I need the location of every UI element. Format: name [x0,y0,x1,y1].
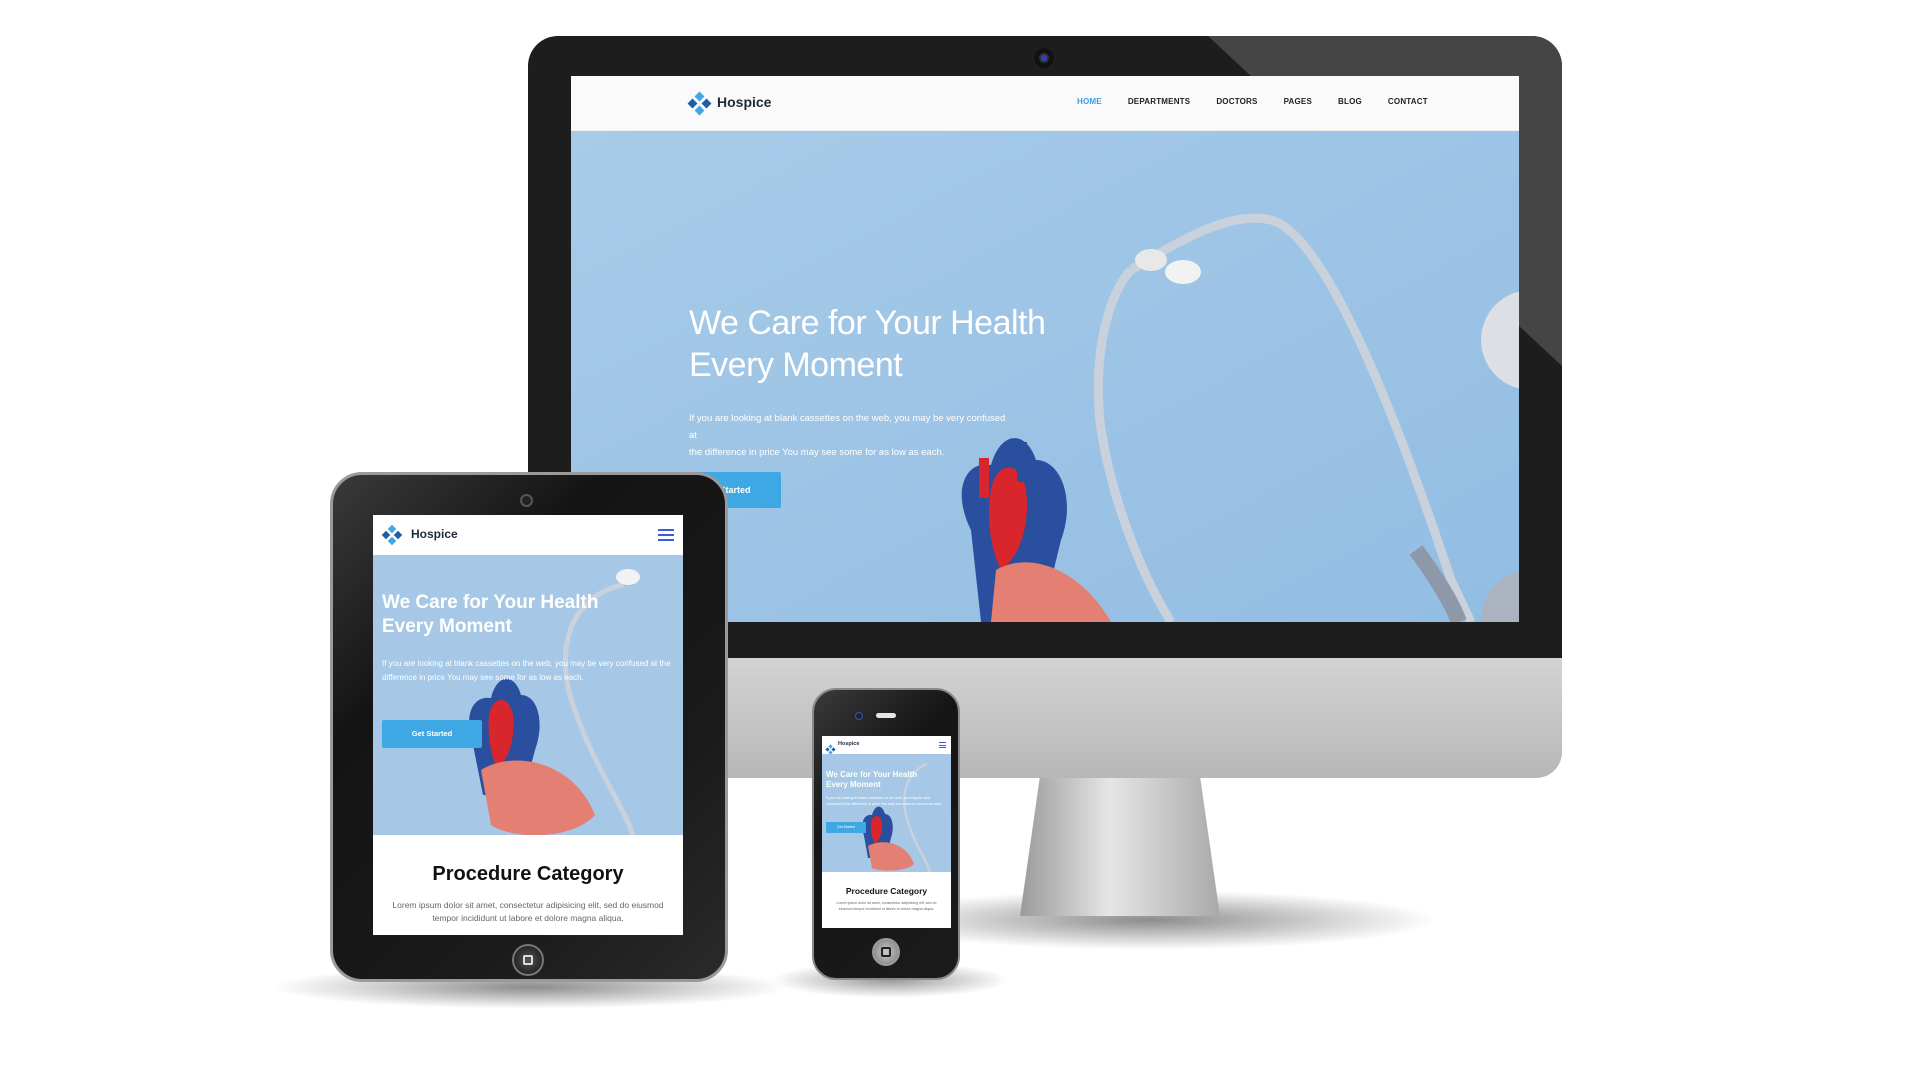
get-started-button[interactable]: Get Started [826,822,866,833]
phone-screen: Hospice We Care for Your Health Every Mo… [822,736,951,928]
hero-title: We Care for Your Health Every Moment [689,302,1069,386]
hero-title: We Care for Your Health Every Moment [382,591,662,639]
phone-camera-icon [855,712,863,720]
get-started-button[interactable]: Get Started [382,720,482,748]
phone-speaker-icon [876,713,896,718]
desktop-navbar: Hospice HOME DEPARTMENTS DOCTORS PAGES B… [571,76,1519,131]
hero-title: We Care for Your Health Every Moment [826,770,946,790]
tablet-navbar: Hospice [373,515,683,555]
hamburger-menu-icon[interactable] [939,742,946,748]
hero-title-line-2: Every Moment [382,616,512,637]
monitor-stand [1020,776,1220,916]
monitor-camera-icon [1034,48,1054,68]
nav-departments[interactable]: DEPARTMENTS [1128,97,1191,106]
tablet-camera-icon [520,494,533,507]
phone-home-button-icon [872,938,900,966]
hamburger-menu-icon[interactable] [658,529,674,541]
section-title: Procedure Category [432,863,624,885]
brand-name[interactable]: Hospice [411,527,458,541]
brand-name[interactable]: Hospice [717,94,771,110]
logo-icon [825,744,836,755]
section-title: Procedure Category [845,886,928,896]
nav-home[interactable]: HOME [1077,97,1102,106]
desktop-menu: HOME DEPARTMENTS DOCTORS PAGES BLOG CONT… [1077,97,1454,106]
section-text: Lorem ipsum dolor sit amet, consectetur … [392,900,664,923]
hero-text: If you are looking at blank cassettes on… [689,410,1009,461]
hero-title-line-1: We Care for Your Health [689,304,1046,342]
tablet-home-button-icon [512,944,544,976]
nav-blog[interactable]: BLOG [1338,97,1362,106]
hero-text: If you are looking at blank cassettes on… [382,659,671,682]
nav-pages[interactable]: PAGES [1284,97,1312,106]
brand-name[interactable]: Hospice [838,741,859,747]
phone-navbar: Hospice [822,736,951,755]
hero-title-line-1: We Care for Your Health [382,592,599,613]
hero-title-line-2: Every Moment [826,780,881,789]
hero-text: If you are looking at blank cassettes on… [826,796,943,806]
hero-text-line-2: the difference in price You may see some… [689,447,945,458]
phone-hero: We Care for Your Health Every Moment If … [822,754,951,872]
hero-text-line-1: If you are looking at blank cassettes on… [689,413,1006,441]
tablet-hero: We Care for Your Health Every Moment If … [373,555,683,835]
nav-doctors[interactable]: DOCTORS [1216,97,1257,106]
tablet-screen: Hospice We Care for Your Health Every Mo… [373,515,683,935]
logo-icon [381,524,403,546]
section-text: Lorem ipsum dolor sit amet, consectetur … [836,901,937,911]
hero-title-line-1: We Care for Your Health [826,770,918,779]
logo-icon [687,91,712,116]
hero-title-line-2: Every Moment [689,346,903,384]
nav-contact[interactable]: CONTACT [1388,97,1428,106]
